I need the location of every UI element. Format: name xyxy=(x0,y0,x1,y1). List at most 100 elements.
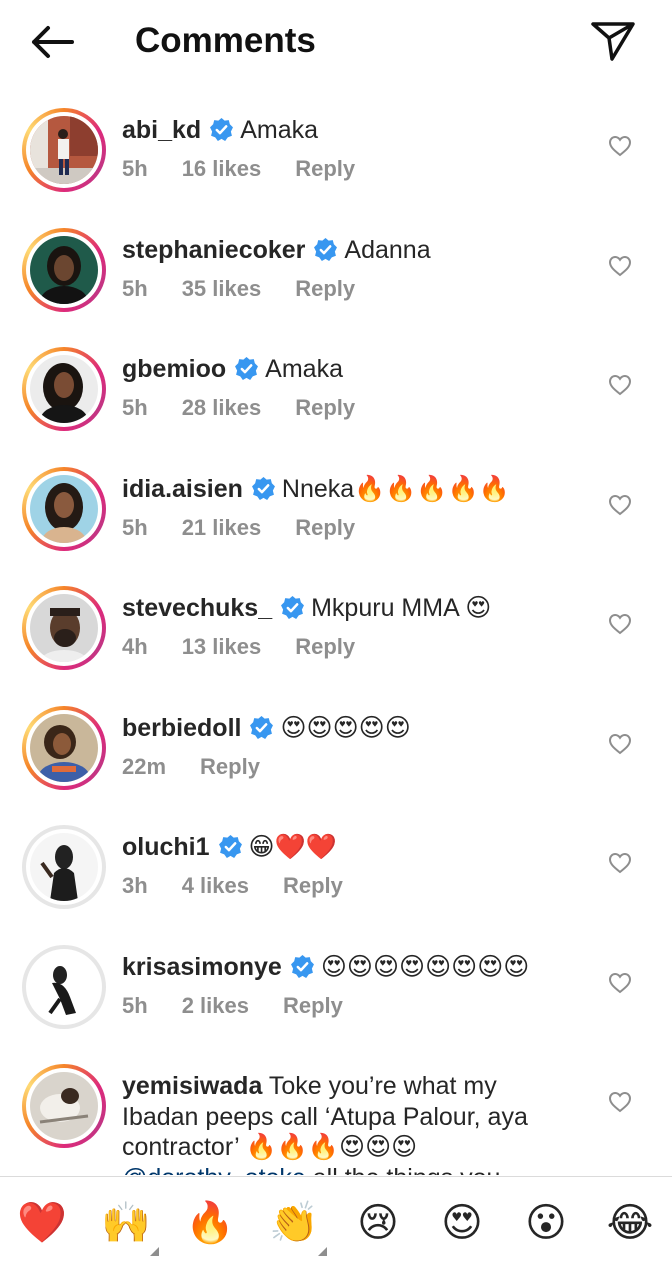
comment-time: 4h xyxy=(122,634,148,659)
avatar[interactable] xyxy=(22,825,106,909)
comment-text: Adanna xyxy=(344,235,431,264)
verified-badge-icon xyxy=(290,954,314,978)
avatar[interactable] xyxy=(22,944,106,1029)
verified-badge-icon xyxy=(250,715,274,739)
quick-reactions-bar: ❤️ 🙌 🔥 👏 😢 😍 😮 😂 xyxy=(0,1176,672,1267)
comment-row: stephaniecoker Adanna 5h 35 likes Reply xyxy=(0,210,672,330)
username[interactable]: idia.aisien xyxy=(122,475,243,503)
comment-line: krisasimonye 😍😍😍😍😍😍😍😍 xyxy=(122,952,592,982)
like-heart-icon[interactable] xyxy=(608,254,632,278)
reply-button[interactable]: Reply xyxy=(295,276,355,301)
like-heart-icon[interactable] xyxy=(608,493,632,517)
reply-button[interactable]: Reply xyxy=(295,634,355,659)
comments-list[interactable]: abi_kd Amaka 5h 16 likes Reply stephaniecok… xyxy=(0,90,672,1175)
reply-button[interactable]: Reply xyxy=(295,156,355,181)
reply-button[interactable]: Reply xyxy=(295,515,355,540)
comment-meta: 4h 13 likes Reply xyxy=(122,634,389,660)
comment-row: stevechuks_ Mkpuru MMA 😍 4h 13 likes Reply xyxy=(0,568,672,688)
username[interactable]: berbiedoll xyxy=(122,714,241,742)
username[interactable]: gbemioo xyxy=(122,355,226,383)
comment-row: abi_kd Amaka 5h 16 likes Reply xyxy=(0,90,672,210)
like-count[interactable]: 2 likes xyxy=(182,993,249,1018)
comment-meta: 5h 35 likes Reply xyxy=(122,276,389,302)
avatar[interactable] xyxy=(22,227,106,312)
comment-text: 😍😍😍😍😍😍😍😍 xyxy=(320,952,530,981)
like-count[interactable]: 4 likes xyxy=(182,873,249,898)
comment-text: 😁❤️❤️ xyxy=(248,833,337,861)
reply-button[interactable]: Reply xyxy=(200,754,260,779)
like-heart-icon[interactable] xyxy=(608,612,632,636)
username[interactable]: krisasimonye xyxy=(122,953,282,981)
like-count[interactable]: 16 likes xyxy=(182,156,262,181)
raising-hands-emoji-button[interactable]: 🙌 xyxy=(100,1197,152,1249)
verified-badge-icon xyxy=(210,118,234,141)
username[interactable]: stephaniecoker xyxy=(122,236,305,264)
avatar[interactable] xyxy=(22,1064,106,1148)
clapping-hands-emoji-button[interactable]: 👏 xyxy=(268,1197,320,1249)
avatar[interactable] xyxy=(22,108,106,192)
comment-line: yemisiwada Toke you’re what my Ibadan pe… xyxy=(122,1071,572,1175)
comment-time: 3h xyxy=(122,873,148,898)
comment-text: Amaka xyxy=(265,355,343,383)
reply-button[interactable]: Reply xyxy=(283,873,343,898)
reply-button[interactable]: Reply xyxy=(295,395,355,420)
avatar[interactable] xyxy=(22,586,106,670)
mention-link[interactable]: @dorothy_otoke xyxy=(122,1164,306,1176)
crying-face-emoji-button[interactable]: 😢 xyxy=(352,1197,404,1249)
red-heart-emoji-button[interactable]: ❤️ xyxy=(16,1197,68,1249)
avatar[interactable] xyxy=(22,705,106,790)
username[interactable]: oluchi1 xyxy=(122,833,210,861)
avatar[interactable] xyxy=(22,347,106,431)
comment-row: yemisiwada Toke you’re what my Ibadan pe… xyxy=(0,1046,672,1175)
reply-button[interactable]: Reply xyxy=(283,993,343,1018)
skin-tone-indicator-icon xyxy=(318,1247,327,1256)
comment-meta: 22m Reply xyxy=(122,754,294,780)
username[interactable]: abi_kd xyxy=(122,116,201,144)
like-heart-icon[interactable] xyxy=(608,732,632,756)
comment-text: 😍😍😍😍😍 xyxy=(280,713,411,742)
like-count[interactable]: 21 likes xyxy=(182,515,262,540)
like-heart-icon[interactable] xyxy=(608,1090,632,1114)
tears-of-joy-emoji-button[interactable]: 😂 xyxy=(604,1197,656,1249)
comment-line: gbemioo Amaka xyxy=(122,354,592,384)
comment-time: 22m xyxy=(122,753,167,779)
like-heart-icon[interactable] xyxy=(608,971,632,995)
comment-text: Mkpuru MMA 😍 xyxy=(311,594,492,622)
comment-time: 5h xyxy=(122,992,148,1018)
comment-meta: 5h 28 likes Reply xyxy=(122,395,389,421)
comment-time: 5h xyxy=(122,514,148,540)
comment-time: 5h xyxy=(122,275,148,301)
username[interactable]: stevechuks_ xyxy=(122,594,272,622)
verified-badge-icon xyxy=(281,596,305,619)
comment-text: Amaka xyxy=(240,116,319,144)
surprised-face-emoji-button[interactable]: 😮 xyxy=(520,1197,572,1249)
like-count[interactable]: 35 likes xyxy=(182,276,262,301)
verified-badge-icon xyxy=(235,357,259,380)
comment-text: Nneka🔥🔥🔥🔥🔥 xyxy=(281,474,510,503)
like-heart-icon[interactable] xyxy=(608,134,632,158)
comment-meta: 5h 16 likes Reply xyxy=(122,156,389,182)
like-count[interactable]: 28 likes xyxy=(182,395,262,420)
like-heart-icon[interactable] xyxy=(608,851,632,875)
comment-line: stevechuks_ Mkpuru MMA 😍 xyxy=(122,593,592,623)
top-bar: Comments xyxy=(0,0,672,84)
verified-badge-icon xyxy=(218,835,242,858)
comment-meta: 3h 4 likes Reply xyxy=(122,873,377,899)
skin-tone-indicator-icon xyxy=(150,1247,159,1256)
like-heart-icon[interactable] xyxy=(608,373,632,397)
heart-eyes-emoji-button[interactable]: 😍 xyxy=(436,1197,488,1249)
comment-row: gbemioo Amaka 5h 28 likes Reply xyxy=(0,329,672,449)
back-arrow-icon[interactable] xyxy=(26,20,78,64)
comment-meta: 5h 21 likes Reply xyxy=(122,515,389,541)
like-count[interactable]: 13 likes xyxy=(182,634,262,659)
username[interactable]: yemisiwada xyxy=(122,1072,262,1100)
direct-message-icon[interactable] xyxy=(588,18,638,64)
avatar[interactable] xyxy=(22,466,106,551)
comment-meta: 5h 2 likes Reply xyxy=(122,993,377,1019)
comment-line: oluchi1 😁❤️❤️ xyxy=(122,832,592,862)
fire-emoji-button[interactable]: 🔥 xyxy=(184,1197,236,1249)
comment-line: berbiedoll 😍😍😍😍😍 xyxy=(122,713,592,743)
comment-time: 5h xyxy=(122,395,148,420)
verified-badge-icon xyxy=(251,476,275,500)
comment-line: idia.aisien Nneka🔥🔥🔥🔥🔥 xyxy=(122,474,592,504)
